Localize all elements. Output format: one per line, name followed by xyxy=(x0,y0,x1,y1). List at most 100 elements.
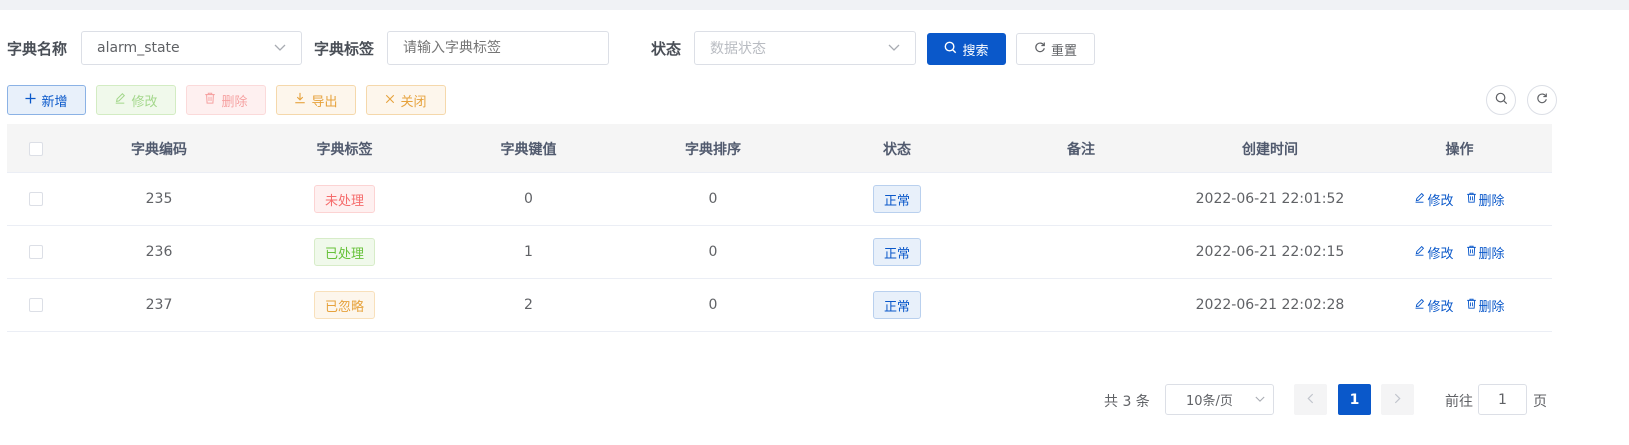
dict-name-select[interactable]: alarm_state xyxy=(81,31,302,65)
close-icon xyxy=(385,93,395,108)
delete-icon xyxy=(1466,298,1477,313)
cell-created-time: 2022-06-21 22:02:28 xyxy=(1195,297,1345,313)
row-checkbox[interactable] xyxy=(29,192,43,206)
add-button[interactable]: 新增 xyxy=(7,85,86,115)
delete-icon xyxy=(204,92,216,108)
row-delete-link[interactable]: 删除 xyxy=(1466,190,1505,209)
row-edit-link[interactable]: 修改 xyxy=(1414,190,1454,209)
col-dict-code[interactable]: 字典编码 xyxy=(65,124,253,173)
close-button-label: 关闭 xyxy=(400,94,427,110)
select-all-cell xyxy=(7,124,65,173)
plus-icon xyxy=(25,92,37,108)
next-page-button[interactable] xyxy=(1381,384,1414,415)
row-delete-label: 删除 xyxy=(1478,193,1505,209)
status-label: 状态 xyxy=(651,40,682,58)
chevron-down-icon xyxy=(273,41,287,55)
prev-page-button[interactable] xyxy=(1294,384,1327,415)
page-size-select[interactable]: 10条/页 xyxy=(1165,384,1274,415)
table-header: 字典编码 字典标签 字典键值 字典排序 状态 备注 创建时间 操作 xyxy=(7,124,1552,173)
delete-button[interactable]: 删除 xyxy=(186,85,266,115)
refresh-icon xyxy=(1536,92,1548,108)
status-select[interactable]: 数据状态 xyxy=(694,31,916,65)
export-button[interactable]: 导出 xyxy=(276,85,356,115)
search-icon xyxy=(1495,92,1508,109)
cell-remark xyxy=(989,173,1173,225)
row-delete-label: 删除 xyxy=(1478,299,1505,315)
row-checkbox[interactable] xyxy=(29,298,43,312)
cell-dict-sort: 0 xyxy=(708,244,718,260)
cell-dict-sort: 0 xyxy=(708,191,718,207)
row-edit-link[interactable]: 修改 xyxy=(1414,296,1454,315)
dict-label-tag: 未处理 xyxy=(313,185,375,213)
refresh-icon xyxy=(1034,41,1046,57)
row-delete-link[interactable]: 删除 xyxy=(1466,296,1505,315)
search-button-label: 搜索 xyxy=(962,43,989,59)
row-edit-label: 修改 xyxy=(1427,246,1454,262)
dict-data-table: 字典编码 字典标签 字典键值 字典排序 状态 备注 创建时间 操作 235 未处… xyxy=(7,124,1552,332)
col-dict-value[interactable]: 字典键值 xyxy=(436,124,621,173)
top-bar xyxy=(0,0,1629,10)
dict-label-tag: 已忽略 xyxy=(313,291,375,319)
goto-suffix: 页 xyxy=(1533,394,1547,410)
col-dict-sort[interactable]: 字典排序 xyxy=(621,124,805,173)
row-delete-link[interactable]: 删除 xyxy=(1466,243,1505,262)
row-edit-label: 修改 xyxy=(1427,193,1454,209)
delete-icon xyxy=(1466,192,1477,207)
status-badge: 正常 xyxy=(872,185,921,213)
col-status[interactable]: 状态 xyxy=(805,124,989,173)
table-row[interactable]: 237 已忽略 2 0 正常 2022-06-21 22:02:28 修改 删除 xyxy=(7,279,1552,332)
col-dict-label[interactable]: 字典标签 xyxy=(253,124,436,173)
delete-button-label: 删除 xyxy=(221,94,248,110)
cell-dict-code: 237 xyxy=(145,297,173,313)
row-delete-label: 删除 xyxy=(1478,246,1505,262)
goto-page-input[interactable] xyxy=(1478,384,1527,415)
page-size-value: 10条/页 xyxy=(1186,394,1233,409)
chevron-left-icon xyxy=(1307,392,1314,408)
col-remark[interactable]: 备注 xyxy=(989,124,1173,173)
row-checkbox[interactable] xyxy=(29,245,43,259)
delete-icon xyxy=(1466,245,1477,260)
cell-created-time: 2022-06-21 22:01:52 xyxy=(1195,191,1345,207)
cell-remark xyxy=(989,226,1173,278)
add-button-label: 新增 xyxy=(41,94,68,110)
col-created-time[interactable]: 创建时间 xyxy=(1173,124,1367,173)
edit-icon xyxy=(1414,298,1425,313)
table-row[interactable]: 236 已处理 1 0 正常 2022-06-21 22:02:15 修改 删除 xyxy=(7,226,1552,279)
edit-icon xyxy=(1414,245,1425,260)
dict-label-tag: 已处理 xyxy=(313,238,375,266)
col-actions: 操作 xyxy=(1445,141,1474,158)
row-edit-link[interactable]: 修改 xyxy=(1414,243,1454,262)
edit-icon xyxy=(1414,192,1425,207)
row-edit-label: 修改 xyxy=(1427,299,1454,315)
toggle-search-button[interactable] xyxy=(1486,85,1516,115)
search-icon xyxy=(944,41,957,58)
search-button[interactable]: 搜索 xyxy=(927,33,1006,65)
edit-button[interactable]: 修改 xyxy=(96,85,176,115)
page-number-current[interactable]: 1 xyxy=(1338,384,1371,415)
close-button[interactable]: 关闭 xyxy=(366,85,446,115)
dict-label-input[interactable] xyxy=(387,31,609,65)
dict-name-value: alarm_state xyxy=(97,40,180,56)
goto-prefix: 前往 xyxy=(1445,394,1473,410)
cell-dict-code: 236 xyxy=(145,244,173,260)
cell-remark xyxy=(989,279,1173,331)
chevron-right-icon xyxy=(1394,392,1401,408)
edit-icon xyxy=(114,92,126,108)
edit-button-label: 修改 xyxy=(131,94,158,110)
chevron-down-icon xyxy=(887,41,901,55)
table-row[interactable]: 235 未处理 0 0 正常 2022-06-21 22:01:52 修改 删除 xyxy=(7,173,1552,226)
reset-button-label: 重置 xyxy=(1050,43,1077,59)
cell-dict-value: 0 xyxy=(524,191,533,207)
status-badge: 正常 xyxy=(872,291,921,319)
cell-dict-value: 1 xyxy=(524,244,533,260)
cell-dict-code: 235 xyxy=(145,191,173,207)
cell-created-time: 2022-06-21 22:02:15 xyxy=(1195,244,1345,260)
cell-dict-sort: 0 xyxy=(708,297,718,313)
download-icon xyxy=(294,92,306,108)
reset-button[interactable]: 重置 xyxy=(1016,33,1095,65)
select-all-checkbox[interactable] xyxy=(29,141,43,156)
pagination-total: 共 3 条 xyxy=(1104,394,1150,410)
dict-label-label: 字典标签 xyxy=(314,40,375,58)
chevron-down-icon xyxy=(1255,392,1265,407)
refresh-table-button[interactable] xyxy=(1527,85,1557,115)
